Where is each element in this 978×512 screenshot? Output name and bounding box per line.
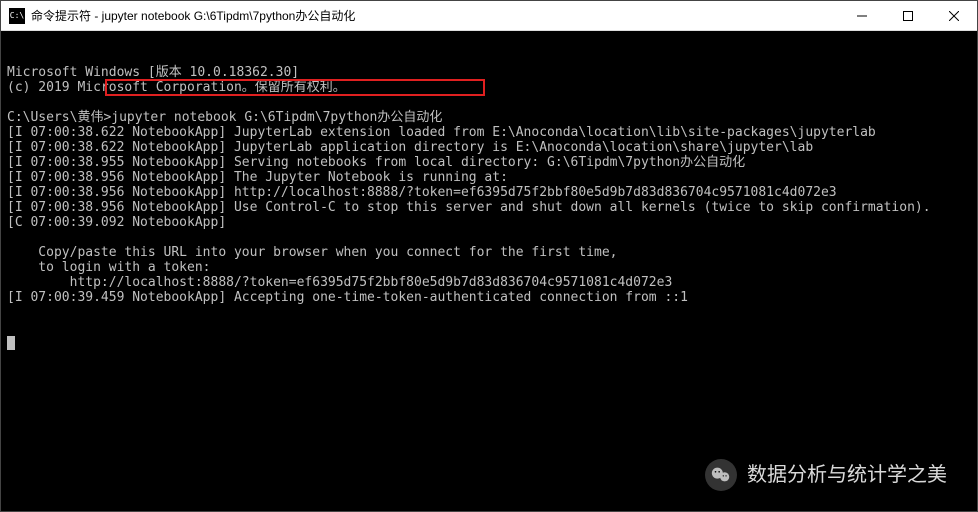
minimize-button[interactable] [839, 1, 885, 30]
maximize-button[interactable] [885, 1, 931, 30]
terminal-line: [I 07:00:38.956 NotebookApp] Use Control… [7, 200, 971, 215]
terminal-line: [I 07:00:39.459 NotebookApp] Accepting o… [7, 290, 971, 305]
app-icon: C:\ [9, 8, 25, 24]
terminal-line: Microsoft Windows [版本 10.0.18362.30] [7, 65, 971, 80]
terminal-output: Microsoft Windows [版本 10.0.18362.30](c) … [7, 65, 971, 305]
terminal-line: C:\Users\黄伟>jupyter notebook G:\6Tipdm\7… [7, 110, 971, 125]
terminal-line: [I 07:00:38.622 NotebookApp] JupyterLab … [7, 125, 971, 140]
watermark-text: 数据分析与统计学之美 [747, 468, 947, 483]
terminal-line: [I 07:00:38.955 NotebookApp] Serving not… [7, 155, 971, 170]
wechat-icon [705, 459, 737, 491]
window-title: 命令提示符 - jupyter notebook G:\6Tipdm\7pyth… [31, 7, 839, 24]
terminal-line: Copy/paste this URL into your browser wh… [7, 245, 971, 260]
app-icon-text: C:\ [10, 11, 24, 20]
cursor-line [7, 335, 971, 350]
terminal-line [7, 95, 971, 110]
terminal-line: to login with a token: [7, 260, 971, 275]
watermark: 数据分析与统计学之美 [705, 459, 947, 491]
minimize-icon [857, 11, 867, 21]
terminal-line [7, 230, 971, 245]
terminal-line: [I 07:00:38.956 NotebookApp] The Jupyter… [7, 170, 971, 185]
terminal-line: (c) 2019 Microsoft Corporation。保留所有权利。 [7, 80, 971, 95]
maximize-icon [903, 11, 913, 21]
terminal-line: http://localhost:8888/?token=ef6395d75f2… [7, 275, 971, 290]
window-controls [839, 1, 977, 30]
close-button[interactable] [931, 1, 977, 30]
terminal-line: [I 07:00:38.622 NotebookApp] JupyterLab … [7, 140, 971, 155]
titlebar[interactable]: C:\ 命令提示符 - jupyter notebook G:\6Tipdm\7… [1, 1, 977, 31]
terminal-area[interactable]: Microsoft Windows [版本 10.0.18362.30](c) … [1, 31, 977, 511]
terminal-line: [I 07:00:38.956 NotebookApp] http://loca… [7, 185, 971, 200]
cursor [7, 336, 15, 350]
terminal-line: [C 07:00:39.092 NotebookApp] [7, 215, 971, 230]
close-icon [949, 11, 959, 21]
command-prompt-window: C:\ 命令提示符 - jupyter notebook G:\6Tipdm\7… [0, 0, 978, 512]
